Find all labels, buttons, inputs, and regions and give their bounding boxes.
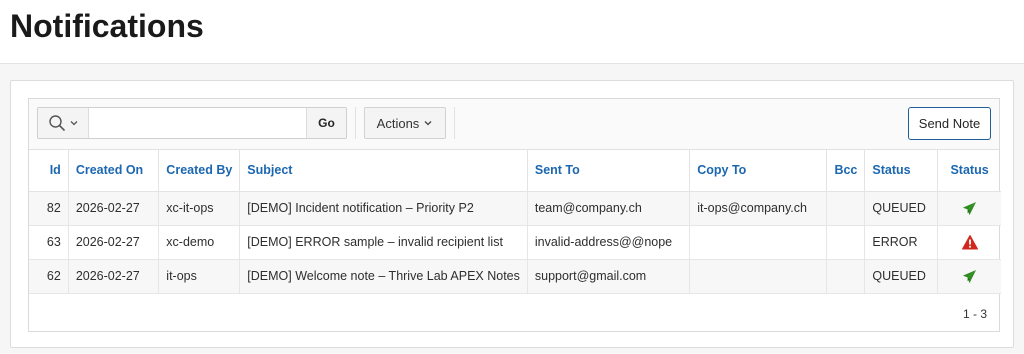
actions-label: Actions	[376, 115, 420, 131]
cell-copy-to: it-ops@company.ch	[689, 191, 828, 226]
cell-sent-to: support@gmail.com	[527, 259, 691, 294]
search-icon	[48, 115, 65, 131]
cell-created-by: it-ops	[158, 259, 241, 294]
cell-status: QUEUED	[864, 259, 939, 294]
cell-subject: [DEMO] Incident notification – Priority …	[239, 191, 528, 226]
warning-icon	[961, 234, 978, 250]
column-header-id[interactable]: Id	[29, 150, 69, 192]
cell-bcc	[826, 191, 866, 226]
cell-created-by: xc-demo	[158, 225, 241, 260]
toolbar-divider	[355, 107, 356, 139]
cell-sent-to: team@company.ch	[527, 191, 691, 226]
cell-bcc	[826, 225, 866, 260]
cell-status: ERROR	[864, 225, 939, 260]
cell-created-on: 2026-02-27	[68, 191, 160, 226]
cell-id: 82	[29, 191, 69, 226]
cell-status-icon	[937, 225, 1001, 260]
send-icon	[963, 269, 977, 283]
cell-copy-to	[689, 225, 828, 260]
cell-created-on: 2026-02-27	[68, 225, 160, 260]
cell-created-by: xc-it-ops	[158, 191, 241, 226]
cell-status: QUEUED	[864, 191, 939, 226]
pagination-label: 1 - 3	[962, 307, 987, 321]
cell-copy-to	[689, 259, 828, 294]
column-header-bcc[interactable]: Bcc	[826, 150, 866, 192]
column-header-created-by[interactable]: Created By	[158, 150, 241, 192]
cell-id: 62	[29, 259, 69, 294]
cell-created-on: 2026-02-27	[68, 259, 160, 294]
send-icon	[963, 201, 977, 215]
column-header-status-icon[interactable]: Status	[937, 150, 1001, 192]
search-input[interactable]	[89, 108, 306, 138]
table-row: 62 2026-02-27 it-ops [DEMO] Welcome note…	[29, 259, 1001, 294]
column-header-status[interactable]: Status	[864, 150, 939, 192]
cell-sent-to: invalid-address@@nope	[527, 225, 691, 260]
cell-subject: [DEMO] ERROR sample – invalid recipient …	[239, 225, 528, 260]
cell-status-icon	[937, 191, 1001, 226]
report-toolbar: Go Actions Send Note	[29, 99, 999, 150]
cell-bcc	[826, 259, 866, 294]
send-note-button[interactable]: Send Note	[908, 107, 991, 140]
cell-id: 63	[29, 225, 69, 260]
cell-subject: [DEMO] Welcome note – Thrive Lab APEX No…	[239, 259, 528, 294]
search-column-selector[interactable]	[38, 108, 89, 138]
chevron-down-icon	[424, 121, 432, 126]
table-row: 63 2026-02-27 xc-demo [DEMO] ERROR sampl…	[29, 225, 1001, 260]
column-header-sent-to[interactable]: Sent To	[527, 150, 691, 192]
table-row: 82 2026-02-27 xc-it-ops [DEMO] Incident …	[29, 191, 1001, 226]
go-button[interactable]: Go	[306, 108, 346, 138]
column-header-created-on[interactable]: Created On	[68, 150, 160, 192]
page-title: Notifications	[10, 8, 204, 44]
actions-menu-button[interactable]: Actions	[364, 107, 446, 139]
column-header-subject[interactable]: Subject	[239, 150, 528, 192]
notifications-table: Id Created On Created By Subject Sent To…	[29, 150, 1001, 294]
search-bar: Go	[37, 107, 347, 139]
cell-status-icon	[937, 259, 1001, 294]
table-header-row: Id Created On Created By Subject Sent To…	[29, 150, 1001, 192]
chevron-down-icon	[70, 121, 77, 126]
page-header: Notifications	[0, 0, 1024, 64]
column-header-copy-to[interactable]: Copy To	[689, 150, 828, 192]
toolbar-divider	[454, 107, 455, 139]
interactive-report: Go Actions Send Note Id Created On Creat…	[28, 98, 1001, 332]
notifications-region: Go Actions Send Note Id Created On Creat…	[10, 80, 1014, 348]
